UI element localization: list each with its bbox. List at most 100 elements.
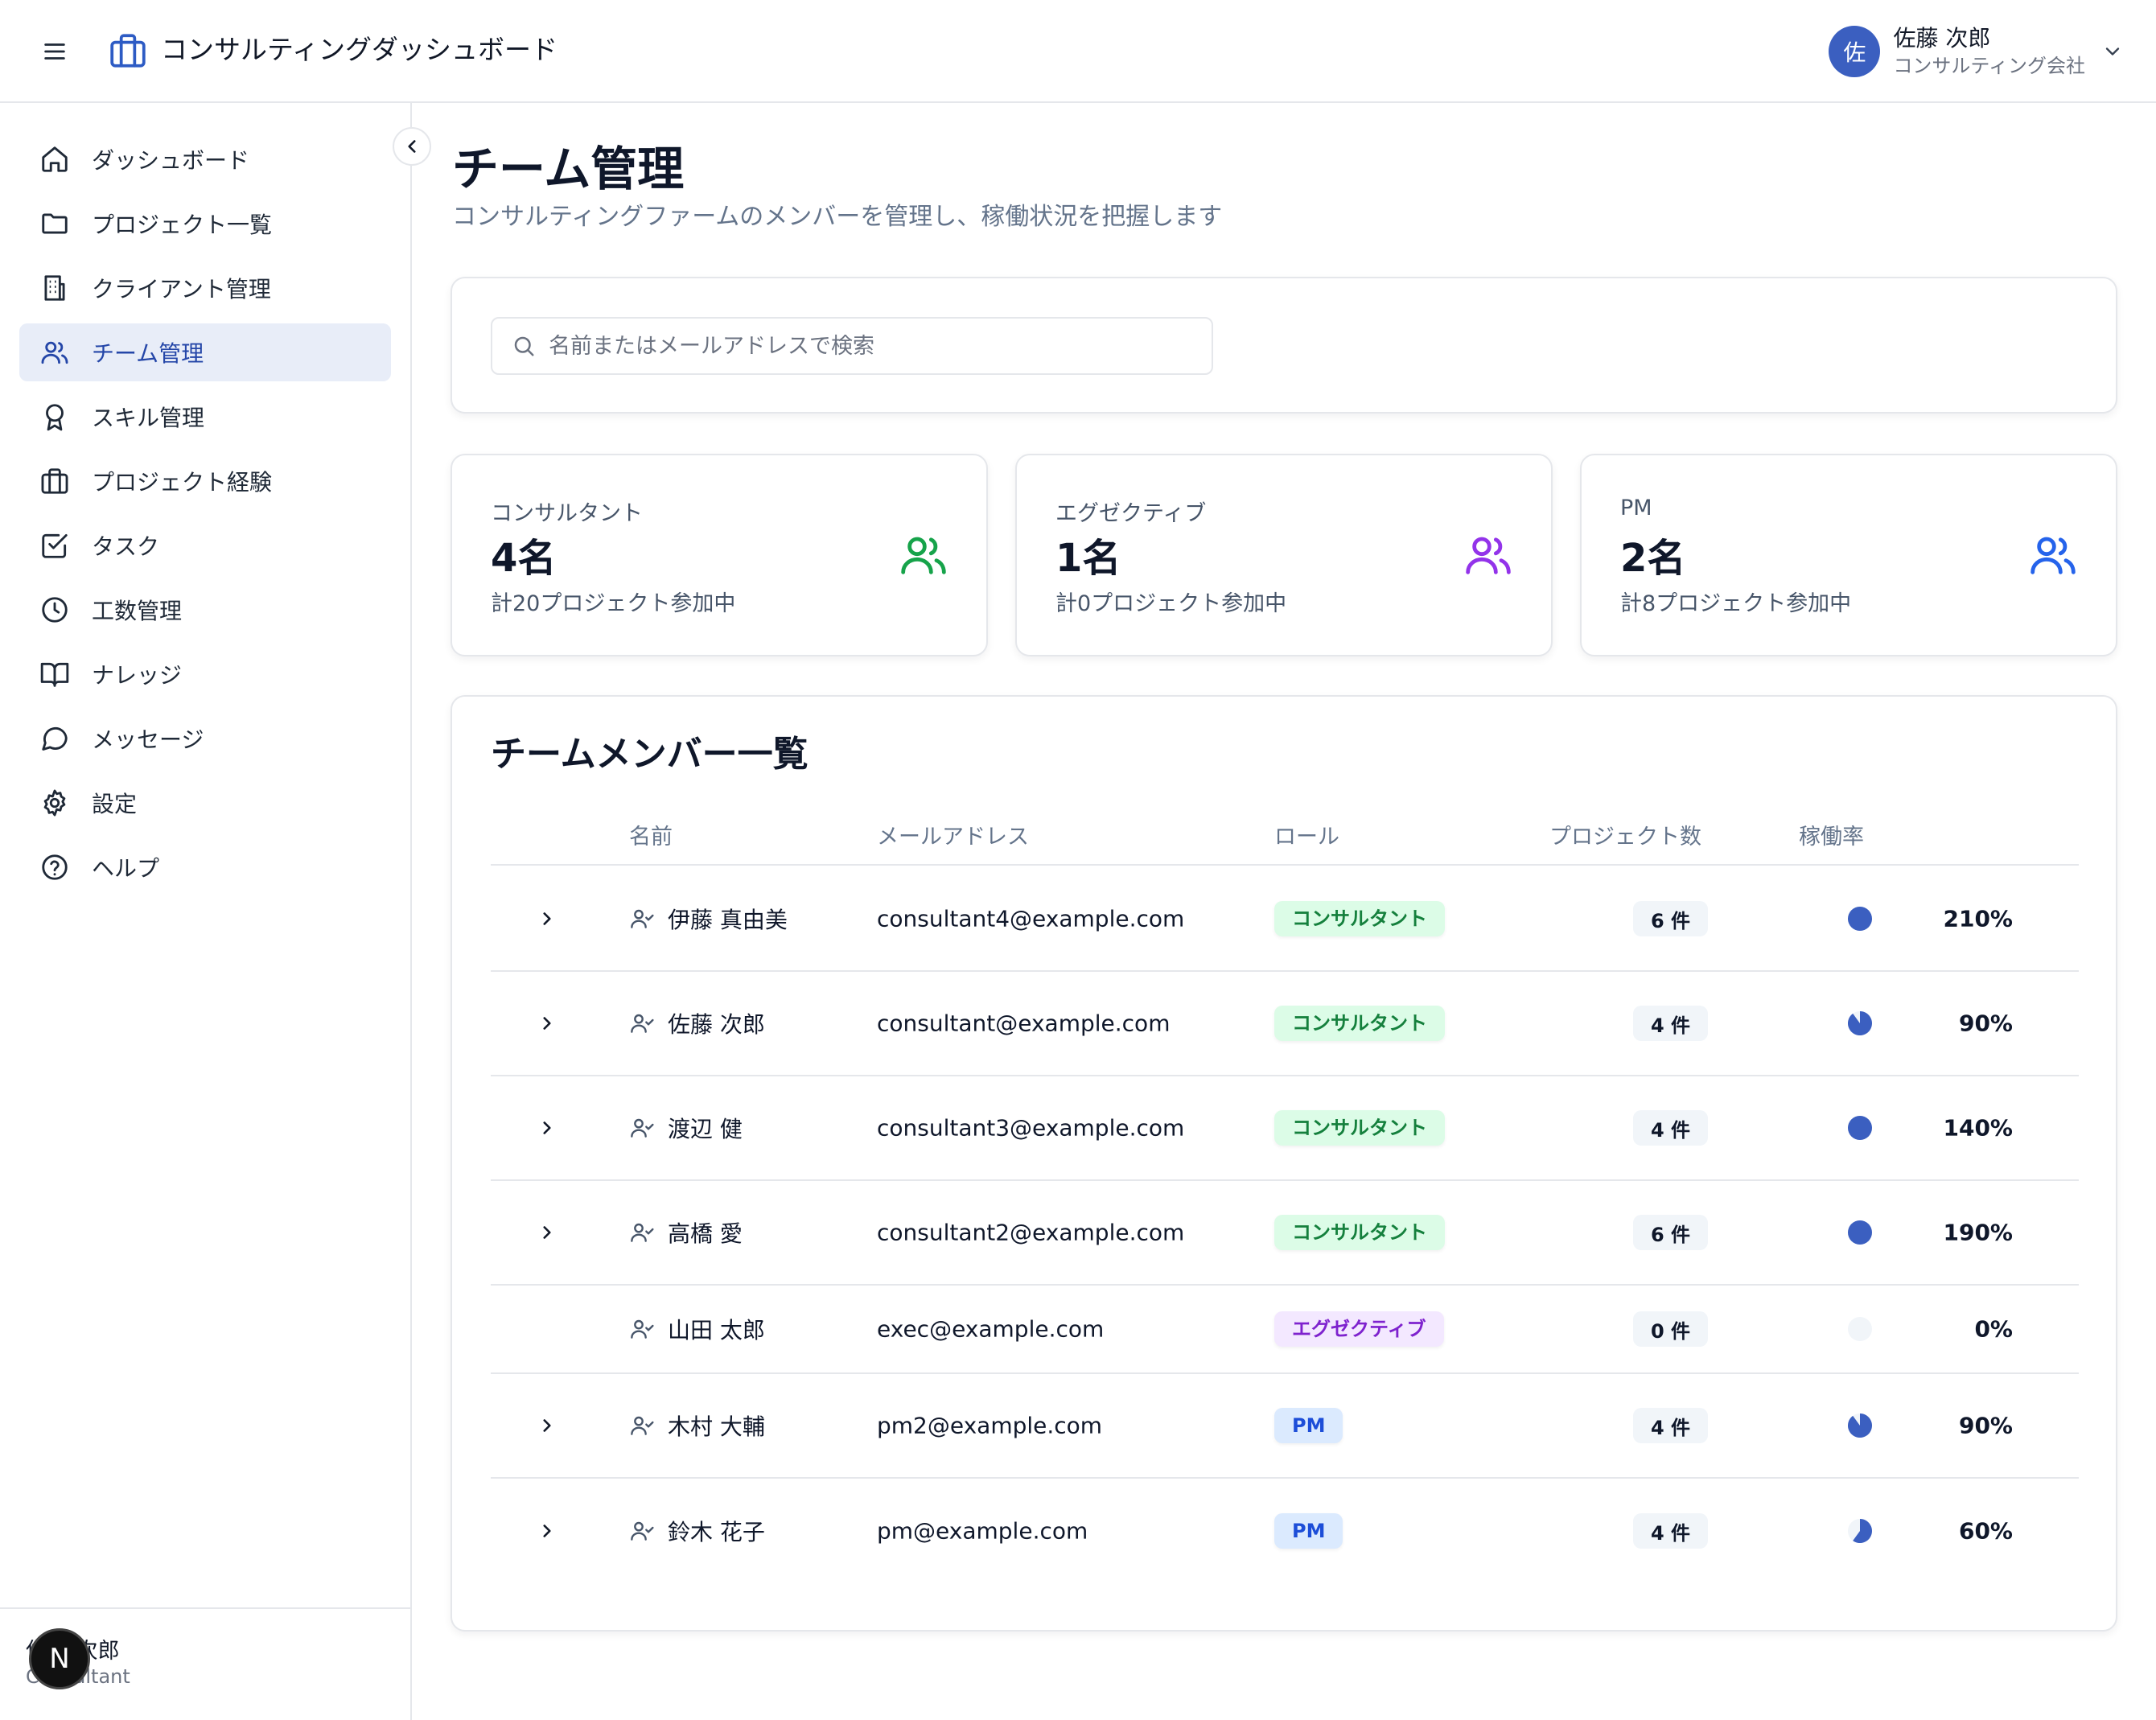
sidebar-item-messages[interactable]: メッセージ <box>19 710 391 767</box>
building-icon <box>39 272 71 304</box>
member-email: consultant3@example.com <box>877 1114 1185 1142</box>
briefcase-icon <box>39 465 71 497</box>
sidebar-item-label: タスク <box>92 533 160 560</box>
table-row[interactable]: 鈴木 花子 pm@example.com PM 4 件 60% <box>491 1479 2079 1583</box>
sidebar-item-label: クライアント管理 <box>92 276 271 302</box>
column-header-utilization[interactable]: 稼働率 <box>1799 819 1864 850</box>
chevron-down-icon <box>2105 47 2120 56</box>
table-row[interactable]: 渡辺 健 consultant3@example.com コンサルタント 4 件 140… <box>491 1076 2079 1181</box>
project-count-badge: 6 件 <box>1633 901 1709 936</box>
award-icon <box>39 401 71 433</box>
sidebar-collapse-button[interactable] <box>393 127 431 166</box>
sidebar-item-settings[interactable]: 設定 <box>19 774 391 832</box>
table-row[interactable]: 佐藤 次郎 consultant@example.com コンサルタント 4 件 90% <box>491 972 2079 1076</box>
search-box[interactable] <box>491 317 1213 375</box>
top-header: コンサルティングダッシュボード 佐 佐藤 次郎 コンサルティング会社 <box>0 0 2156 103</box>
sidebar-item-experience[interactable]: プロジェクト経験 <box>19 452 391 510</box>
sidebar-item-clients[interactable]: クライアント管理 <box>19 259 391 317</box>
sidebar-item-timesheet[interactable]: 工数管理 <box>19 581 391 639</box>
utilization-pie-icon <box>1848 1220 1872 1245</box>
project-count-badge: 4 件 <box>1633 1513 1709 1549</box>
utilization-value: 0% <box>1974 1315 2013 1343</box>
row-expand-button[interactable] <box>533 1009 562 1038</box>
column-header-name[interactable]: 名前 <box>629 819 673 850</box>
sidebar-item-label: ナレッジ <box>92 662 183 689</box>
sidebar: ダッシュボード プロジェクト一覧 クライアント管理 チーム管理 スキル管理 プロ… <box>0 103 412 1720</box>
member-name-cell: 木村 大輔 <box>629 1409 765 1442</box>
sidebar-item-dashboard[interactable]: ダッシュボード <box>19 130 391 188</box>
project-count-badge: 4 件 <box>1633 1006 1709 1041</box>
role-badge: PM <box>1274 1513 1343 1549</box>
member-name-cell: 渡辺 健 <box>629 1112 743 1144</box>
users-icon <box>901 537 946 574</box>
chevron-right-icon <box>543 1017 551 1030</box>
role-badge: コンサルタント <box>1274 1215 1445 1250</box>
member-name-cell: 高橋 愛 <box>629 1216 743 1249</box>
users-icon <box>2031 537 2076 574</box>
sidebar-item-skills[interactable]: スキル管理 <box>19 388 391 446</box>
role-badge: PM <box>1274 1408 1343 1443</box>
menu-toggle-button[interactable] <box>39 35 71 68</box>
utilization-pie-icon <box>1847 1011 1872 1035</box>
sidebar-item-tasks[interactable]: タスク <box>19 516 391 574</box>
stat-value: 1名 <box>1055 536 1121 581</box>
project-count-badge: 4 件 <box>1633 1408 1709 1443</box>
users-icon <box>1466 537 1511 574</box>
utilization-pie-icon <box>1848 907 1872 931</box>
utilization-value: 60% <box>1958 1517 2013 1545</box>
member-email: consultant4@example.com <box>877 905 1185 932</box>
search-icon <box>514 336 534 356</box>
utilization-pie-icon <box>1848 1116 1872 1140</box>
row-expand-button[interactable] <box>533 1516 562 1545</box>
sidebar-item-help[interactable]: ヘルプ <box>19 838 391 896</box>
search-input[interactable] <box>549 322 1192 370</box>
column-header-email[interactable]: メールアドレス <box>877 819 1029 850</box>
dev-tools-badge[interactable]: N <box>29 1628 90 1689</box>
book-icon <box>39 658 71 690</box>
gear-icon <box>39 787 71 819</box>
app-title: コンサルティングダッシュボード <box>161 34 558 65</box>
message-icon <box>39 722 71 755</box>
member-email: consultant@example.com <box>877 1010 1171 1037</box>
role-badge: コンサルタント <box>1274 1110 1445 1146</box>
member-name: 渡辺 健 <box>668 1116 743 1142</box>
table-row: 山田 太郎 exec@example.com エグゼクティブ 0 件 0% <box>491 1286 2079 1374</box>
table-row[interactable]: 伊藤 真由美 consultant4@example.com コンサルタント 6 件 2… <box>491 867 2079 972</box>
user-check-icon <box>631 1118 654 1138</box>
utilization-value: 90% <box>1958 1010 2013 1037</box>
stat-card-executive: エグゼクティブ 1名 計0プロジェクト参加中 <box>1015 454 1553 656</box>
member-email: pm@example.com <box>877 1517 1088 1545</box>
chevron-right-icon <box>543 1419 551 1432</box>
member-name: 山田 太郎 <box>668 1317 765 1343</box>
member-name-cell: 伊藤 真由美 <box>629 903 788 935</box>
stat-subtext: 計8プロジェクト参加中 <box>1620 591 1852 616</box>
home-icon <box>39 143 71 175</box>
user-menu[interactable]: 佐 佐藤 次郎 コンサルティング会社 <box>1829 21 2124 82</box>
member-name-cell: 鈴木 花子 <box>629 1515 765 1547</box>
chevron-right-icon <box>543 1525 551 1537</box>
chevron-right-icon <box>543 1226 551 1239</box>
project-count-badge: 0 件 <box>1633 1311 1709 1347</box>
sidebar-item-knowledge[interactable]: ナレッジ <box>19 645 391 703</box>
row-expand-button[interactable] <box>533 1218 562 1247</box>
row-expand-button[interactable] <box>533 1411 562 1440</box>
table-header: 名前 メールアドレス ロール プロジェクト数 稼働率 <box>491 801 2079 866</box>
utilization-pie-icon <box>1848 1317 1872 1341</box>
sidebar-item-team[interactable]: チーム管理 <box>19 323 391 381</box>
sidebar-item-label: チーム管理 <box>92 340 204 367</box>
sidebar-item-projects[interactable]: プロジェクト一覧 <box>19 195 391 253</box>
row-expand-button[interactable] <box>533 904 562 933</box>
row-expand-button[interactable] <box>533 1113 562 1142</box>
search-card <box>451 277 2117 414</box>
team-table-card: チームメンバー一覧 名前 メールアドレス ロール プロジェクト数 稼働率 伊藤 … <box>451 695 2117 1632</box>
column-header-role[interactable]: ロール <box>1274 819 1339 850</box>
chevron-right-icon <box>543 912 551 925</box>
table-row[interactable]: 高橋 愛 consultant2@example.com コンサルタント 6 件 190… <box>491 1181 2079 1286</box>
table-row[interactable]: 木村 大輔 pm2@example.com PM 4 件 90% <box>491 1374 2079 1479</box>
stat-label: PM <box>1620 496 1652 521</box>
stat-value: 4名 <box>491 536 557 581</box>
utilization-value: 210% <box>1943 905 2013 932</box>
member-name: 鈴木 花子 <box>668 1519 765 1545</box>
page-title: チーム管理 <box>452 142 685 196</box>
column-header-projects[interactable]: プロジェクト数 <box>1549 819 1701 850</box>
